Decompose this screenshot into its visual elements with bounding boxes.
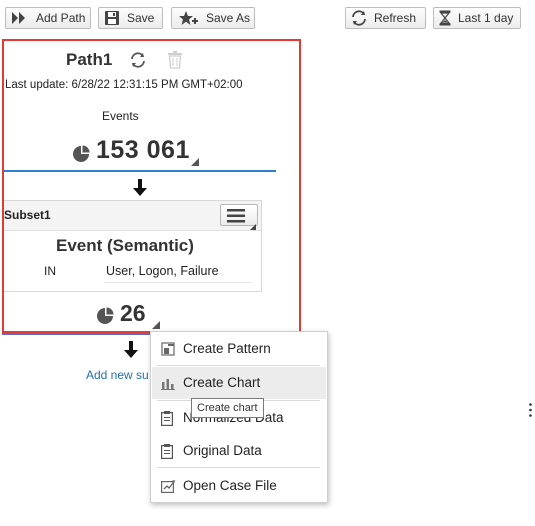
save-as-label: Save As <box>206 11 251 25</box>
menu-item-label: Open Case File <box>183 478 277 493</box>
time-range-button[interactable]: Last 1 day <box>433 7 521 29</box>
events-divider <box>4 170 276 172</box>
save-label: Save <box>127 11 155 25</box>
add-subset-arrow-icon <box>123 341 139 364</box>
menu-item-open-case-file[interactable]: Open Case File <box>152 470 326 502</box>
expand-corner-icon[interactable] <box>191 153 199 171</box>
case-file-icon <box>161 479 176 496</box>
refresh-label: Refresh <box>374 11 417 25</box>
refresh-path-icon[interactable] <box>129 51 147 74</box>
clipboard-icon <box>161 411 174 429</box>
refresh-icon <box>351 10 367 26</box>
events-count[interactable]: 153 061 <box>96 136 190 165</box>
down-arrow-icon <box>132 179 148 202</box>
path-title: Path1 <box>66 50 113 69</box>
hourglass-icon <box>439 10 451 26</box>
menu-item-label: Original Data <box>183 443 262 458</box>
menu-item-label: Create Chart <box>183 375 261 390</box>
save-as-star-icon <box>177 10 199 26</box>
menu-item-label: Create Pattern <box>183 341 271 356</box>
menu-item-create-chart[interactable]: Create Chart <box>152 367 326 399</box>
save-button[interactable]: Save <box>98 7 163 29</box>
pattern-icon <box>161 342 175 359</box>
bar-chart-icon <box>161 376 175 393</box>
menu-separator <box>157 467 320 468</box>
subset-menu-button[interactable] <box>220 204 258 230</box>
add-path-button[interactable]: Add Path <box>5 7 91 29</box>
subset-pie-chart-icon <box>96 307 114 330</box>
floppy-disk-icon <box>104 10 120 26</box>
trash-icon[interactable] <box>167 51 183 74</box>
time-range-label: Last 1 day <box>458 11 514 25</box>
hamburger-icon <box>227 209 245 228</box>
add-path-label: Add Path <box>36 11 86 25</box>
dropdown-corner-icon <box>250 217 256 235</box>
filter-values: User, Logon, Failure <box>106 264 219 278</box>
menu-item-create-pattern[interactable]: Create Pattern <box>152 333 326 365</box>
subset-filter-name: Event (Semantic) <box>56 236 194 255</box>
more-options-icon[interactable] <box>529 403 532 417</box>
filter-operator: IN <box>44 264 56 278</box>
refresh-button[interactable]: Refresh <box>345 7 426 29</box>
events-label: Events <box>102 109 139 123</box>
menu-separator <box>157 365 320 366</box>
pie-chart-icon <box>72 145 90 168</box>
subset-title: Subset1 <box>4 208 51 222</box>
clipboard-icon <box>161 444 174 462</box>
menu-item-original-data[interactable]: Original Data <box>152 435 326 467</box>
add-path-icon <box>11 11 29 25</box>
create-chart-tooltip: Create chart <box>191 398 264 418</box>
subset-count[interactable]: 26 <box>120 300 146 327</box>
add-new-subset-link[interactable]: Add new su <box>86 368 149 382</box>
save-as-button[interactable]: Save As <box>171 7 255 29</box>
last-update-text: Last update: 6/28/22 12:31:15 PM GMT+02:… <box>5 79 243 91</box>
filter-underline <box>104 282 252 283</box>
